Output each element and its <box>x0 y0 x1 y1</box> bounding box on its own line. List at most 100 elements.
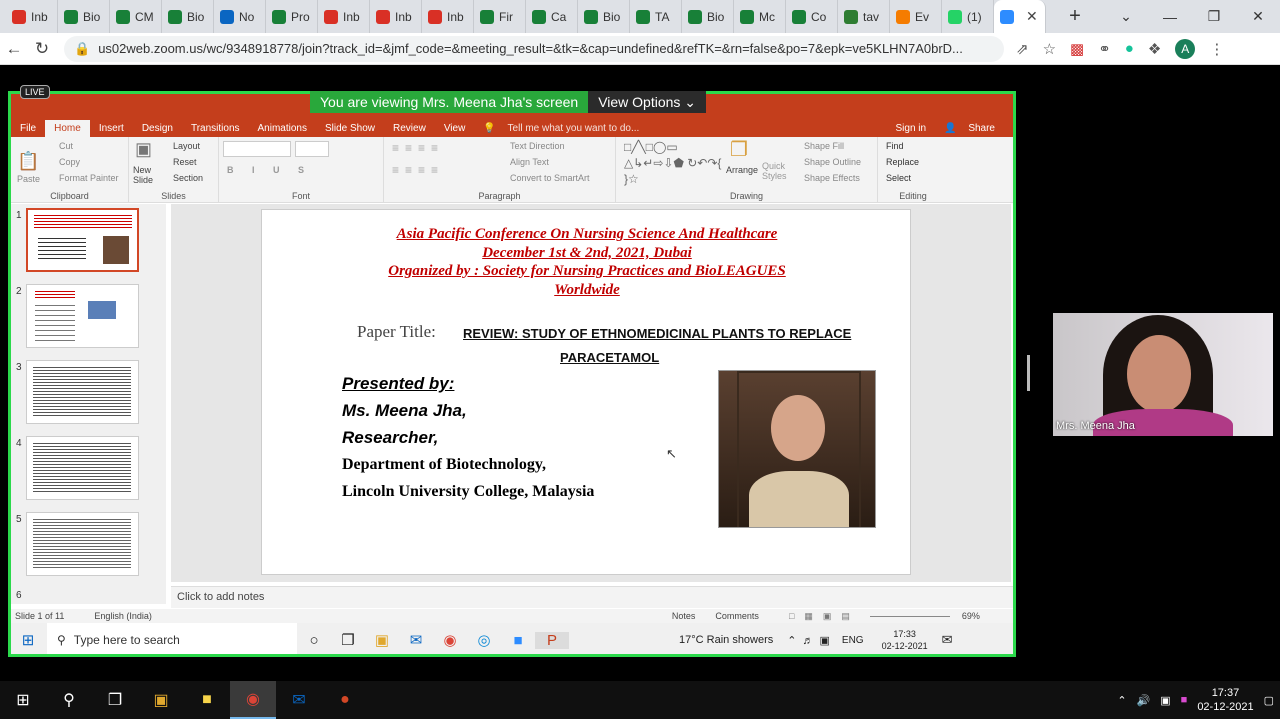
weather-status[interactable]: 17°C Rain showers <box>679 634 773 646</box>
cortana-icon[interactable]: ○ <box>297 632 331 649</box>
browser-tab[interactable]: Ca <box>526 0 578 33</box>
browser-tab[interactable]: Inb <box>6 0 58 33</box>
tray-icons[interactable]: ⌃♬▣ <box>787 634 836 647</box>
chrome-icon[interactable]: ◉ <box>230 681 276 719</box>
tab-design[interactable]: Design <box>133 120 182 137</box>
notifications-icon[interactable]: ▢ <box>1264 694 1274 707</box>
font-format-buttons[interactable]: B I U S <box>227 165 312 175</box>
copy-button[interactable]: Copy <box>59 157 80 167</box>
volume-icon[interactable]: 🔊 <box>1137 694 1151 707</box>
app-tray-icon[interactable]: ■ <box>1181 694 1188 706</box>
mail-icon[interactable]: ✉ <box>399 631 433 649</box>
file-explorer-icon[interactable]: ▣ <box>365 631 399 649</box>
slide-thumbnail-4[interactable] <box>26 436 139 500</box>
slide-thumbnail-2[interactable] <box>26 284 139 348</box>
show-hidden-icons-icon[interactable]: ⌃ <box>1117 694 1126 707</box>
taskbar-search[interactable]: ⚲ Type here to search <box>47 623 297 654</box>
arrange-icon[interactable]: ❐ <box>730 137 748 162</box>
browser-menu-icon[interactable]: ⋮ <box>1209 40 1224 58</box>
notes-pane[interactable]: Click to add notes <box>171 586 1013 608</box>
task-view-icon[interactable]: ❐ <box>331 631 365 649</box>
font-family-select[interactable] <box>223 141 291 157</box>
text-direction-button[interactable]: Text Direction <box>510 141 565 151</box>
outlook-icon[interactable]: ✉ <box>276 681 322 719</box>
pdf-extension-icon[interactable]: ▩ <box>1070 40 1084 58</box>
zoom-slider[interactable] <box>869 615 950 617</box>
browser-tab[interactable]: TA <box>630 0 682 33</box>
tab-insert[interactable]: Insert <box>90 120 133 137</box>
sign-in-link[interactable]: Sign in <box>887 120 936 137</box>
font-size-select[interactable] <box>295 141 329 157</box>
share-button[interactable]: 👤 Share <box>935 120 1013 137</box>
tab-transitions[interactable]: Transitions <box>182 120 249 137</box>
tell-me-box[interactable]: 💡 Tell me what you want to do... <box>474 120 657 137</box>
search-icon[interactable]: ⚲ <box>46 681 92 719</box>
quick-styles-button[interactable]: Quick Styles <box>762 161 792 181</box>
close-window-icon[interactable]: ✕ <box>1236 8 1280 25</box>
notes-toggle[interactable]: Notes <box>672 611 696 621</box>
bookmark-star-icon[interactable]: ☆ <box>1043 40 1056 58</box>
view-buttons[interactable]: □▦▣▤ <box>789 611 860 622</box>
slide-thumbnail-3[interactable] <box>26 360 139 424</box>
tab-review[interactable]: Review <box>384 120 435 137</box>
panel-resize-handle[interactable] <box>1027 355 1030 391</box>
new-slide-button[interactable]: New Slide <box>133 165 167 185</box>
chrome-icon[interactable]: ◉ <box>433 631 467 649</box>
browser-tab[interactable]: Inb <box>422 0 474 33</box>
tab-view[interactable]: View <box>435 120 475 137</box>
format-painter-button[interactable]: Format Painter <box>59 173 119 183</box>
browser-tab[interactable]: Bio <box>162 0 214 33</box>
browser-tab[interactable]: Inb <box>318 0 370 33</box>
browser-tab[interactable]: CM <box>110 0 162 33</box>
browser-tab[interactable]: tav <box>838 0 890 33</box>
tab-home[interactable]: Home <box>45 120 90 137</box>
tab-animations[interactable]: Animations <box>249 120 316 137</box>
slide-thumbnail-1[interactable] <box>26 208 139 272</box>
browser-tab[interactable]: Bio <box>682 0 734 33</box>
share-icon[interactable]: ⇗ <box>1016 40 1029 58</box>
edge-icon[interactable]: ◎ <box>467 631 501 649</box>
browser-tab[interactable]: Ev <box>890 0 942 33</box>
browser-tab[interactable]: Mc <box>734 0 786 33</box>
arrange-button[interactable]: Arrange <box>726 165 758 175</box>
grammarly-icon[interactable]: ● <box>1125 40 1134 57</box>
new-tab-icon[interactable]: + <box>1060 5 1090 28</box>
url-bar[interactable]: 🔒 us02web.zoom.us/wc/9348918778/join?tra… <box>64 35 1004 62</box>
browser-tab[interactable]: Bio <box>578 0 630 33</box>
view-options-button[interactable]: View Options ⌄ <box>588 91 707 113</box>
reset-button[interactable]: Reset <box>173 157 197 167</box>
comments-toggle[interactable]: Comments <box>715 611 759 621</box>
close-tab-icon[interactable]: ✕ <box>1026 8 1038 25</box>
browser-tab[interactable]: Co <box>786 0 838 33</box>
language-status[interactable]: English (India) <box>94 611 152 621</box>
convert-smartart-button[interactable]: Convert to SmartArt <box>510 173 590 183</box>
task-view-icon[interactable]: ❐ <box>92 681 138 719</box>
windows-start-icon[interactable]: ⊞ <box>11 631 45 649</box>
link-extension-icon[interactable]: ⚭ <box>1098 40 1111 58</box>
browser-tab[interactable]: Pro <box>266 0 318 33</box>
network-icon[interactable]: ▣ <box>1160 694 1170 707</box>
list-buttons[interactable]: ≡≡≡≡ <box>392 141 444 155</box>
tab-slide-show[interactable]: Slide Show <box>316 120 384 137</box>
powerpoint-icon[interactable]: ● <box>322 681 368 719</box>
current-slide[interactable]: Asia Pacific Conference On Nursing Scien… <box>261 209 911 575</box>
browser-tab[interactable]: (1) <box>942 0 994 33</box>
paste-icon[interactable]: 📋 <box>17 151 39 172</box>
layout-button[interactable]: Layout <box>173 141 200 151</box>
cut-button[interactable]: Cut <box>59 141 73 151</box>
tab-file[interactable]: File <box>11 120 45 137</box>
align-buttons[interactable]: ≡≡≡≡ <box>392 163 444 177</box>
new-slide-icon[interactable]: ▣ <box>135 139 152 160</box>
back-icon[interactable]: ← <box>0 39 28 59</box>
find-button[interactable]: Find <box>886 141 904 151</box>
browser-tab[interactable]: ✕ <box>994 0 1046 33</box>
file-explorer-icon[interactable]: ▣ <box>138 681 184 719</box>
browser-tab[interactable]: No <box>214 0 266 33</box>
browser-tab[interactable]: Fir <box>474 0 526 33</box>
browser-tab[interactable]: Bio <box>58 0 110 33</box>
slide-thumbnail-5[interactable] <box>26 512 139 576</box>
zoom-level[interactable]: 69% <box>962 611 980 621</box>
windows-start-icon[interactable]: ⊞ <box>0 681 46 719</box>
powerpoint-app-icon[interactable]: P <box>535 631 569 649</box>
replace-button[interactable]: Replace <box>886 157 919 167</box>
